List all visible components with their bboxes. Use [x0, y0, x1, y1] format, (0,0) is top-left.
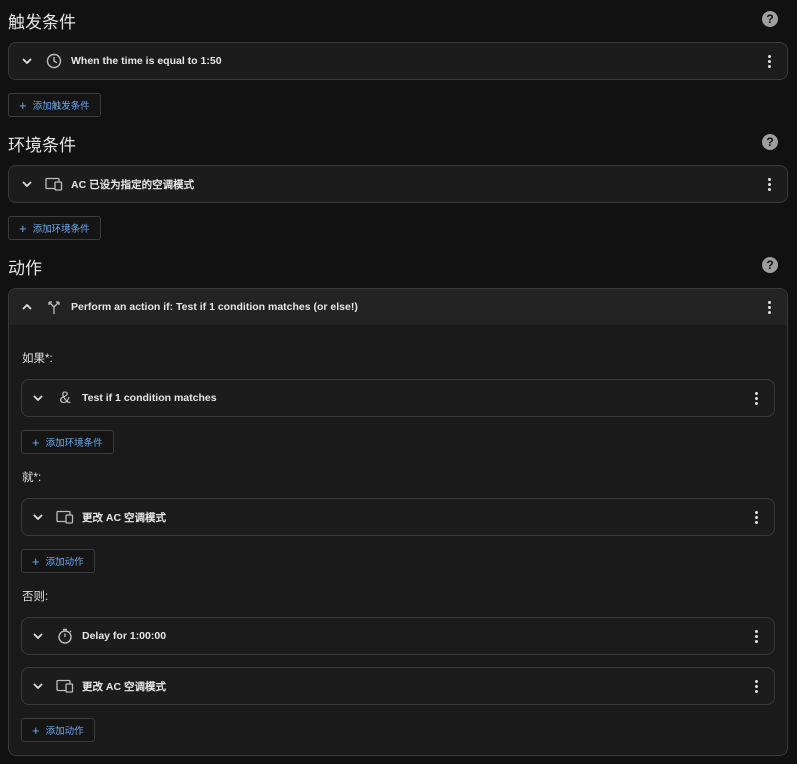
condition-label: AC 已设为指定的空调模式 [71, 178, 195, 191]
trigger-card[interactable]: When the time is equal to 1:50 [8, 42, 788, 80]
if-condition-card[interactable]: & Test if 1 condition matches [21, 379, 775, 417]
plus-icon: + [19, 220, 27, 236]
add-else-action-button[interactable]: + 添加动作 [21, 718, 95, 742]
device-icon [56, 677, 74, 695]
if-condition-label: Test if 1 condition matches [82, 392, 217, 404]
more-options-icon[interactable] [748, 389, 764, 407]
then-section-label: 就*: [22, 472, 42, 484]
triggers-help-icon[interactable]: ? [762, 11, 778, 27]
add-then-action-label: 添加动作 [45, 557, 84, 568]
chevron-down-icon[interactable] [30, 509, 46, 525]
more-options-icon[interactable] [748, 627, 764, 645]
if-section-label: 如果*: [22, 353, 53, 365]
if-then-label: Perform an action if: Test if 1 conditio… [71, 301, 358, 313]
add-else-action-label: 添加动作 [45, 726, 84, 737]
chevron-up-icon[interactable] [19, 299, 35, 315]
add-condition-button[interactable]: + 添加环境条件 [8, 216, 101, 240]
more-options-icon[interactable] [761, 298, 777, 316]
more-options-icon[interactable] [761, 52, 777, 70]
else-action-label: Delay for 1:00:00 [82, 630, 167, 642]
if-then-header[interactable]: Perform an action if: Test if 1 conditio… [9, 289, 787, 325]
add-if-condition-label: 添加环境条件 [45, 438, 103, 449]
conditions-help-icon[interactable]: ? [762, 134, 778, 150]
chevron-down-icon[interactable] [30, 390, 46, 406]
more-options-icon[interactable] [748, 508, 764, 526]
device-icon [45, 175, 63, 193]
plus-icon: + [32, 722, 40, 738]
add-then-action-button[interactable]: + 添加动作 [21, 549, 95, 573]
more-options-icon[interactable] [748, 677, 764, 695]
add-if-condition-button[interactable]: + 添加环境条件 [21, 430, 114, 454]
else-action-card[interactable]: 更改 AC 空调模式 [21, 667, 775, 705]
add-condition-label: 添加环境条件 [32, 224, 90, 235]
else-section-label: 否则: [22, 591, 49, 603]
plus-icon: + [32, 434, 40, 450]
plus-icon: + [19, 97, 27, 113]
trigger-label: When the time is equal to 1:50 [71, 55, 222, 67]
device-icon [56, 508, 74, 526]
then-action-label: 更改 AC 空调模式 [82, 511, 166, 524]
actions-help-icon[interactable]: ? [762, 257, 778, 273]
conditions-title: 环境条件 [8, 136, 76, 155]
timer-icon [56, 627, 74, 645]
chevron-down-icon[interactable] [30, 628, 46, 644]
else-action-label: 更改 AC 空调模式 [82, 680, 166, 693]
branch-icon [45, 298, 63, 316]
add-trigger-button[interactable]: + 添加触发条件 [8, 93, 101, 117]
chevron-down-icon[interactable] [19, 176, 35, 192]
actions-title: 动作 [8, 259, 42, 278]
triggers-title: 触发条件 [8, 13, 76, 32]
chevron-down-icon[interactable] [30, 678, 46, 694]
clock-icon [45, 52, 63, 70]
then-action-card[interactable]: 更改 AC 空调模式 [21, 498, 775, 536]
plus-icon: + [32, 553, 40, 569]
chevron-down-icon[interactable] [19, 53, 35, 69]
add-trigger-label: 添加触发条件 [32, 101, 90, 112]
else-action-card[interactable]: Delay for 1:00:00 [21, 617, 775, 655]
ampersand-icon: & [59, 388, 71, 407]
condition-card[interactable]: AC 已设为指定的空调模式 [8, 165, 788, 203]
more-options-icon[interactable] [761, 175, 777, 193]
